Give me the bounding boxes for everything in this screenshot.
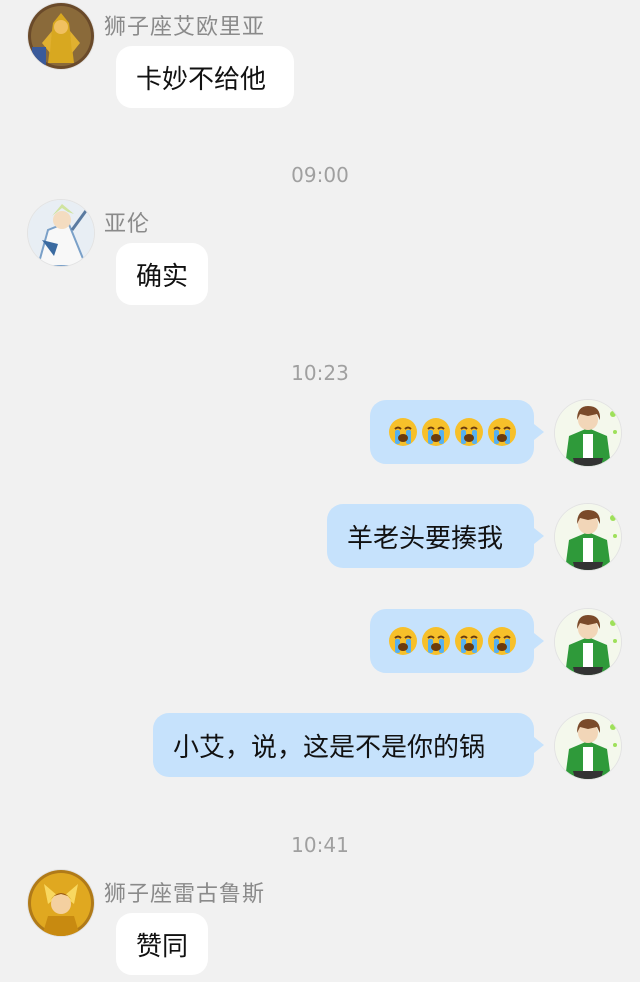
emoji-row (388, 626, 520, 657)
loudly-crying-face-icon (421, 417, 451, 447)
message-bubble-emoji[interactable] (370, 609, 544, 673)
message-bubble[interactable]: 赞同 (116, 913, 208, 975)
avatar-white-robe-character[interactable] (28, 200, 94, 266)
timestamp: 10:23 (291, 361, 349, 385)
loudly-crying-face-icon (454, 626, 484, 656)
avatar-green-jacket-boy[interactable] (555, 400, 621, 466)
avatar-green-jacket-boy[interactable] (555, 504, 621, 570)
emoji-row (388, 417, 520, 448)
sender-name: 狮子座艾欧里亚 (104, 15, 266, 40)
loudly-crying-face-icon (388, 417, 418, 447)
loudly-crying-face-icon (388, 626, 418, 656)
avatar-green-jacket-boy[interactable] (555, 609, 621, 675)
avatar-gold-saint-regulus[interactable] (28, 870, 94, 936)
timestamp: 09:00 (291, 163, 349, 187)
loudly-crying-face-icon (421, 626, 451, 656)
sender-name: 狮子座雷古鲁斯 (104, 882, 266, 907)
loudly-crying-face-icon (454, 417, 484, 447)
message-bubble[interactable]: 确实 (116, 243, 208, 305)
sender-name: 亚伦 (104, 212, 151, 237)
message-bubble[interactable]: 卡妙不给他 (116, 46, 294, 108)
message-bubble-emoji[interactable] (370, 400, 544, 464)
timestamp: 10:41 (291, 833, 349, 857)
message-bubble[interactable]: 小艾，说，这是不是你的锅 (153, 713, 544, 777)
loudly-crying-face-icon (487, 626, 517, 656)
loudly-crying-face-icon (487, 417, 517, 447)
avatar-green-jacket-boy[interactable] (555, 713, 621, 779)
message-bubble[interactable]: 羊老头要揍我 (327, 504, 544, 568)
avatar-gold-saint-leo[interactable] (28, 3, 94, 69)
